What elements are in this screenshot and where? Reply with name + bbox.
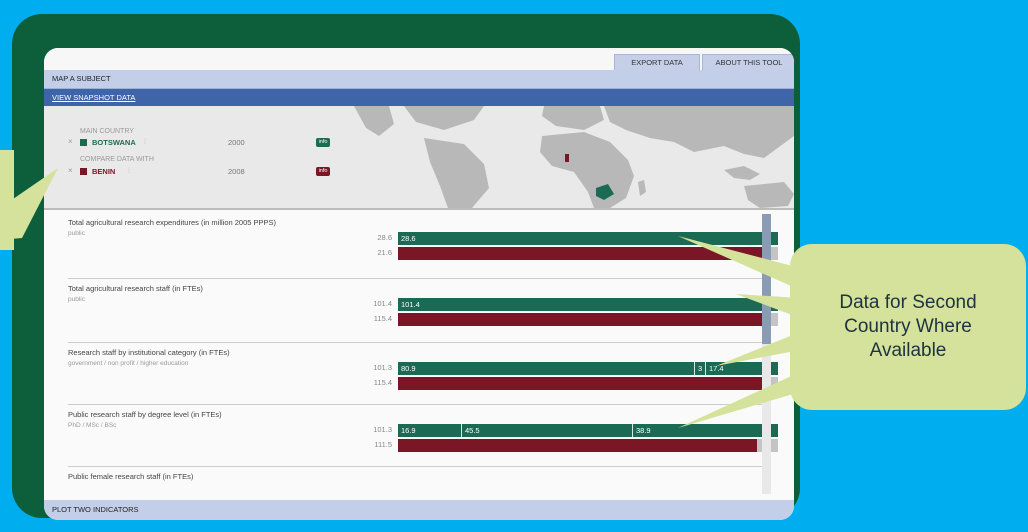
pointer-to-first-bar (678, 236, 800, 290)
pointer-to-third-bar (716, 332, 800, 366)
pointer-to-fourth-bar (678, 372, 800, 428)
second-country-callout: Data for Second Country Where Available (790, 244, 1026, 410)
left-callout-box (0, 150, 14, 250)
callout-text: Data for Second Country Where Available (839, 292, 977, 361)
